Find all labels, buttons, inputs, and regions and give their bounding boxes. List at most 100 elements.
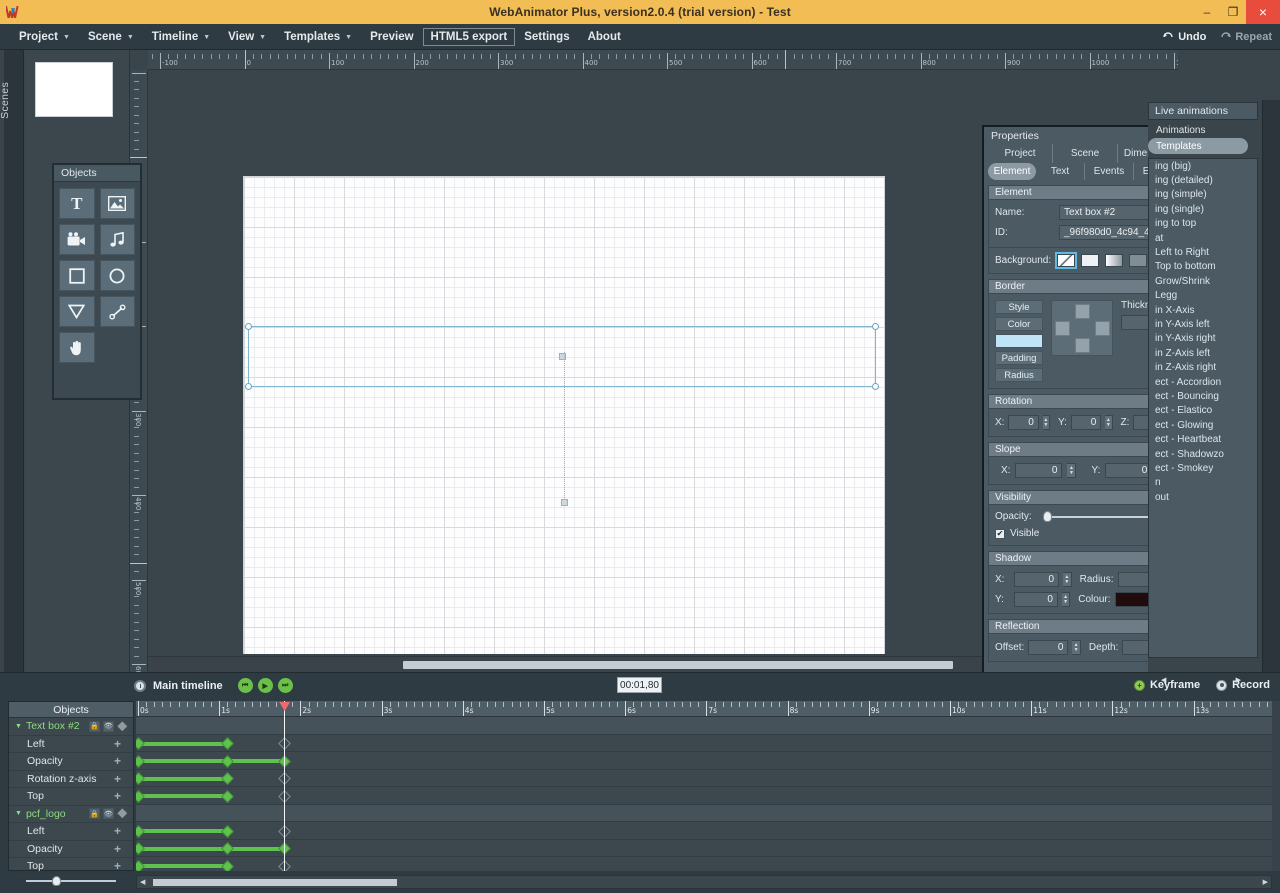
add-keyframe-icon[interactable]: + xyxy=(114,824,121,838)
tab-events[interactable]: Events xyxy=(1085,163,1134,180)
border-left-cell[interactable] xyxy=(1055,321,1070,336)
library-list-item[interactable]: in Y-Axis right xyxy=(1149,332,1257,346)
menu-project[interactable]: Project ▼ xyxy=(10,28,79,46)
eye-icon[interactable]: 👁 xyxy=(103,720,114,732)
rotation-y-stepper[interactable]: ▲ ▼ xyxy=(1105,415,1113,430)
library-list-item[interactable]: ect - Heartbeat xyxy=(1149,432,1257,446)
anchor-end-handle[interactable] xyxy=(561,499,568,506)
keyframe-bar[interactable] xyxy=(138,846,285,851)
slope-y-input[interactable]: 0 xyxy=(1105,463,1153,478)
shadow-x-input[interactable]: 0 xyxy=(1014,572,1060,587)
go-to-end-button[interactable]: ⏭ xyxy=(277,678,293,693)
library-list-item[interactable]: ing (single) xyxy=(1149,202,1257,216)
scrollbar-thumb[interactable] xyxy=(403,660,953,669)
timeline-object-track[interactable] xyxy=(136,717,1272,735)
library-list-item[interactable]: at xyxy=(1149,231,1257,245)
border-padding-button[interactable]: Padding xyxy=(995,351,1043,365)
timeline-zoom-knob[interactable] xyxy=(52,876,61,886)
audio-tool-button[interactable] xyxy=(99,224,135,255)
keyframe-diamond-icon[interactable] xyxy=(117,721,128,732)
library-list-item[interactable]: ect - Elastico xyxy=(1149,404,1257,418)
menu-preview[interactable]: Preview xyxy=(361,28,422,46)
add-keyframe-icon[interactable]: + xyxy=(114,789,121,803)
visible-checkbox[interactable]: ✔ xyxy=(995,528,1005,539)
slope-x-input[interactable]: 0 xyxy=(1015,463,1063,478)
shadow-y-stepper[interactable]: ▲ ▼ xyxy=(1061,592,1071,607)
triangle-tool-button[interactable] xyxy=(59,296,95,327)
border-right-cell[interactable] xyxy=(1095,321,1110,336)
scroll-left-icon[interactable]: ◀ xyxy=(1161,676,1166,684)
resize-handle-top-left[interactable] xyxy=(245,323,252,330)
timeline-ruler[interactable]: 0s 1s 2s 3s 4s 5s 6s 7s 8s 9s 10s 11s 12s 13s xyxy=(136,701,1272,717)
library-list-item[interactable]: Legg xyxy=(1149,289,1257,303)
timeline-property-row[interactable]: Opacity + xyxy=(9,753,133,771)
keyframe-bar[interactable] xyxy=(138,794,228,798)
menu-view[interactable]: View ▼ xyxy=(219,28,275,46)
border-bottom-cell[interactable] xyxy=(1075,338,1090,353)
library-list-item[interactable]: in Y-Axis left xyxy=(1149,317,1257,331)
timeline-horizontal-scrollbar[interactable]: ◀ ▶ xyxy=(136,875,1272,889)
add-keyframe-icon[interactable]: + xyxy=(114,772,121,786)
tab-element[interactable]: Element xyxy=(988,163,1036,180)
image-tool-button[interactable] xyxy=(99,188,135,219)
line-tool-button[interactable] xyxy=(99,296,135,327)
keyframe-bar[interactable] xyxy=(138,759,285,763)
scenes-tab[interactable]: Scenes xyxy=(0,50,24,672)
library-list-item[interactable]: ect - Smokey xyxy=(1149,461,1257,475)
timeline-playhead[interactable] xyxy=(279,701,291,871)
library-list-item[interactable]: out xyxy=(1149,490,1257,504)
slope-x-stepper[interactable]: ▲ ▼ xyxy=(1067,463,1077,478)
timeline-property-track[interactable] xyxy=(136,787,1272,805)
menu-templates[interactable]: Templates ▼ xyxy=(275,28,361,46)
keyframe-diamond-icon[interactable] xyxy=(117,808,128,819)
maximize-button[interactable]: ❐ xyxy=(1220,0,1246,24)
timeline-property-row[interactable]: Opacity + xyxy=(9,841,133,858)
keyframe-bar[interactable] xyxy=(138,864,228,868)
timeline-object-row[interactable]: ▼ pcf_logo 🔒 👁 xyxy=(9,806,133,823)
reflection-offset-input[interactable]: 0 xyxy=(1028,640,1069,655)
add-keyframe-icon[interactable]: + xyxy=(114,859,121,873)
play-button[interactable]: ▶ xyxy=(257,678,273,693)
timeline-zoom-track[interactable] xyxy=(26,876,116,886)
library-list-item[interactable]: Grow/Shrink xyxy=(1149,274,1257,288)
timeline-property-track[interactable] xyxy=(136,822,1272,840)
resize-handle-bottom-left[interactable] xyxy=(245,383,252,390)
border-top-cell[interactable] xyxy=(1075,304,1090,319)
text-tool-button[interactable]: T xyxy=(59,188,95,219)
reflection-offset-stepper[interactable]: ▲ ▼ xyxy=(1072,640,1081,655)
selected-element-textbox[interactable] xyxy=(245,323,879,390)
timeline-property-track[interactable] xyxy=(136,857,1272,871)
library-list-item[interactable]: ect - Glowing xyxy=(1149,418,1257,432)
tab-project[interactable]: Project xyxy=(988,144,1053,163)
background-image-button[interactable] xyxy=(1129,254,1148,267)
live-animations-header[interactable]: Live animations xyxy=(1148,102,1258,120)
library-list-item[interactable]: ing (simple) xyxy=(1149,188,1257,202)
library-list-item[interactable]: in Z-Axis left xyxy=(1149,346,1257,360)
timeline-track-area[interactable]: 0s 1s 2s 3s 4s 5s 6s 7s 8s 9s 10s 11s 12s 13s xyxy=(136,701,1272,871)
border-color-button[interactable]: Color xyxy=(995,317,1043,331)
rotation-y-input[interactable]: 0 xyxy=(1070,415,1102,430)
menu-about[interactable]: About xyxy=(579,28,630,46)
rotation-x-stepper[interactable]: ▲ ▼ xyxy=(1042,415,1051,430)
timeline-property-row[interactable]: Left + xyxy=(9,823,133,841)
timeline-property-row[interactable]: Rotation z-axis + xyxy=(9,771,133,788)
timeline-object-track[interactable] xyxy=(136,804,1272,822)
timeline-property-track[interactable] xyxy=(136,735,1272,752)
library-list-item[interactable]: n xyxy=(1149,476,1257,490)
background-none-button[interactable] xyxy=(1055,252,1078,269)
timeline-object-row[interactable]: ▼ Text box #2 🔒 👁 xyxy=(9,718,133,736)
menu-scene[interactable]: Scene ▼ xyxy=(79,28,143,46)
background-gradient-button[interactable] xyxy=(1105,254,1124,267)
timeline-scroll-right-icon[interactable]: ▶ xyxy=(1263,878,1268,886)
timeline-property-row[interactable]: Left + xyxy=(9,736,133,753)
timeline-property-track[interactable] xyxy=(136,752,1272,770)
repeat-button[interactable]: Repeat xyxy=(1220,31,1272,44)
library-list-item[interactable]: ing (detailed) xyxy=(1149,173,1257,187)
timeline-property-row[interactable]: Top + xyxy=(9,788,133,806)
tab-text[interactable]: Text xyxy=(1036,163,1085,180)
timeline-zoom-slider[interactable] xyxy=(8,873,134,889)
border-radius-button[interactable]: Radius xyxy=(995,368,1043,382)
add-keyframe-icon[interactable]: + xyxy=(114,737,121,751)
undo-button[interactable]: Undo xyxy=(1163,31,1206,44)
rectangle-tool-button[interactable] xyxy=(59,260,95,291)
